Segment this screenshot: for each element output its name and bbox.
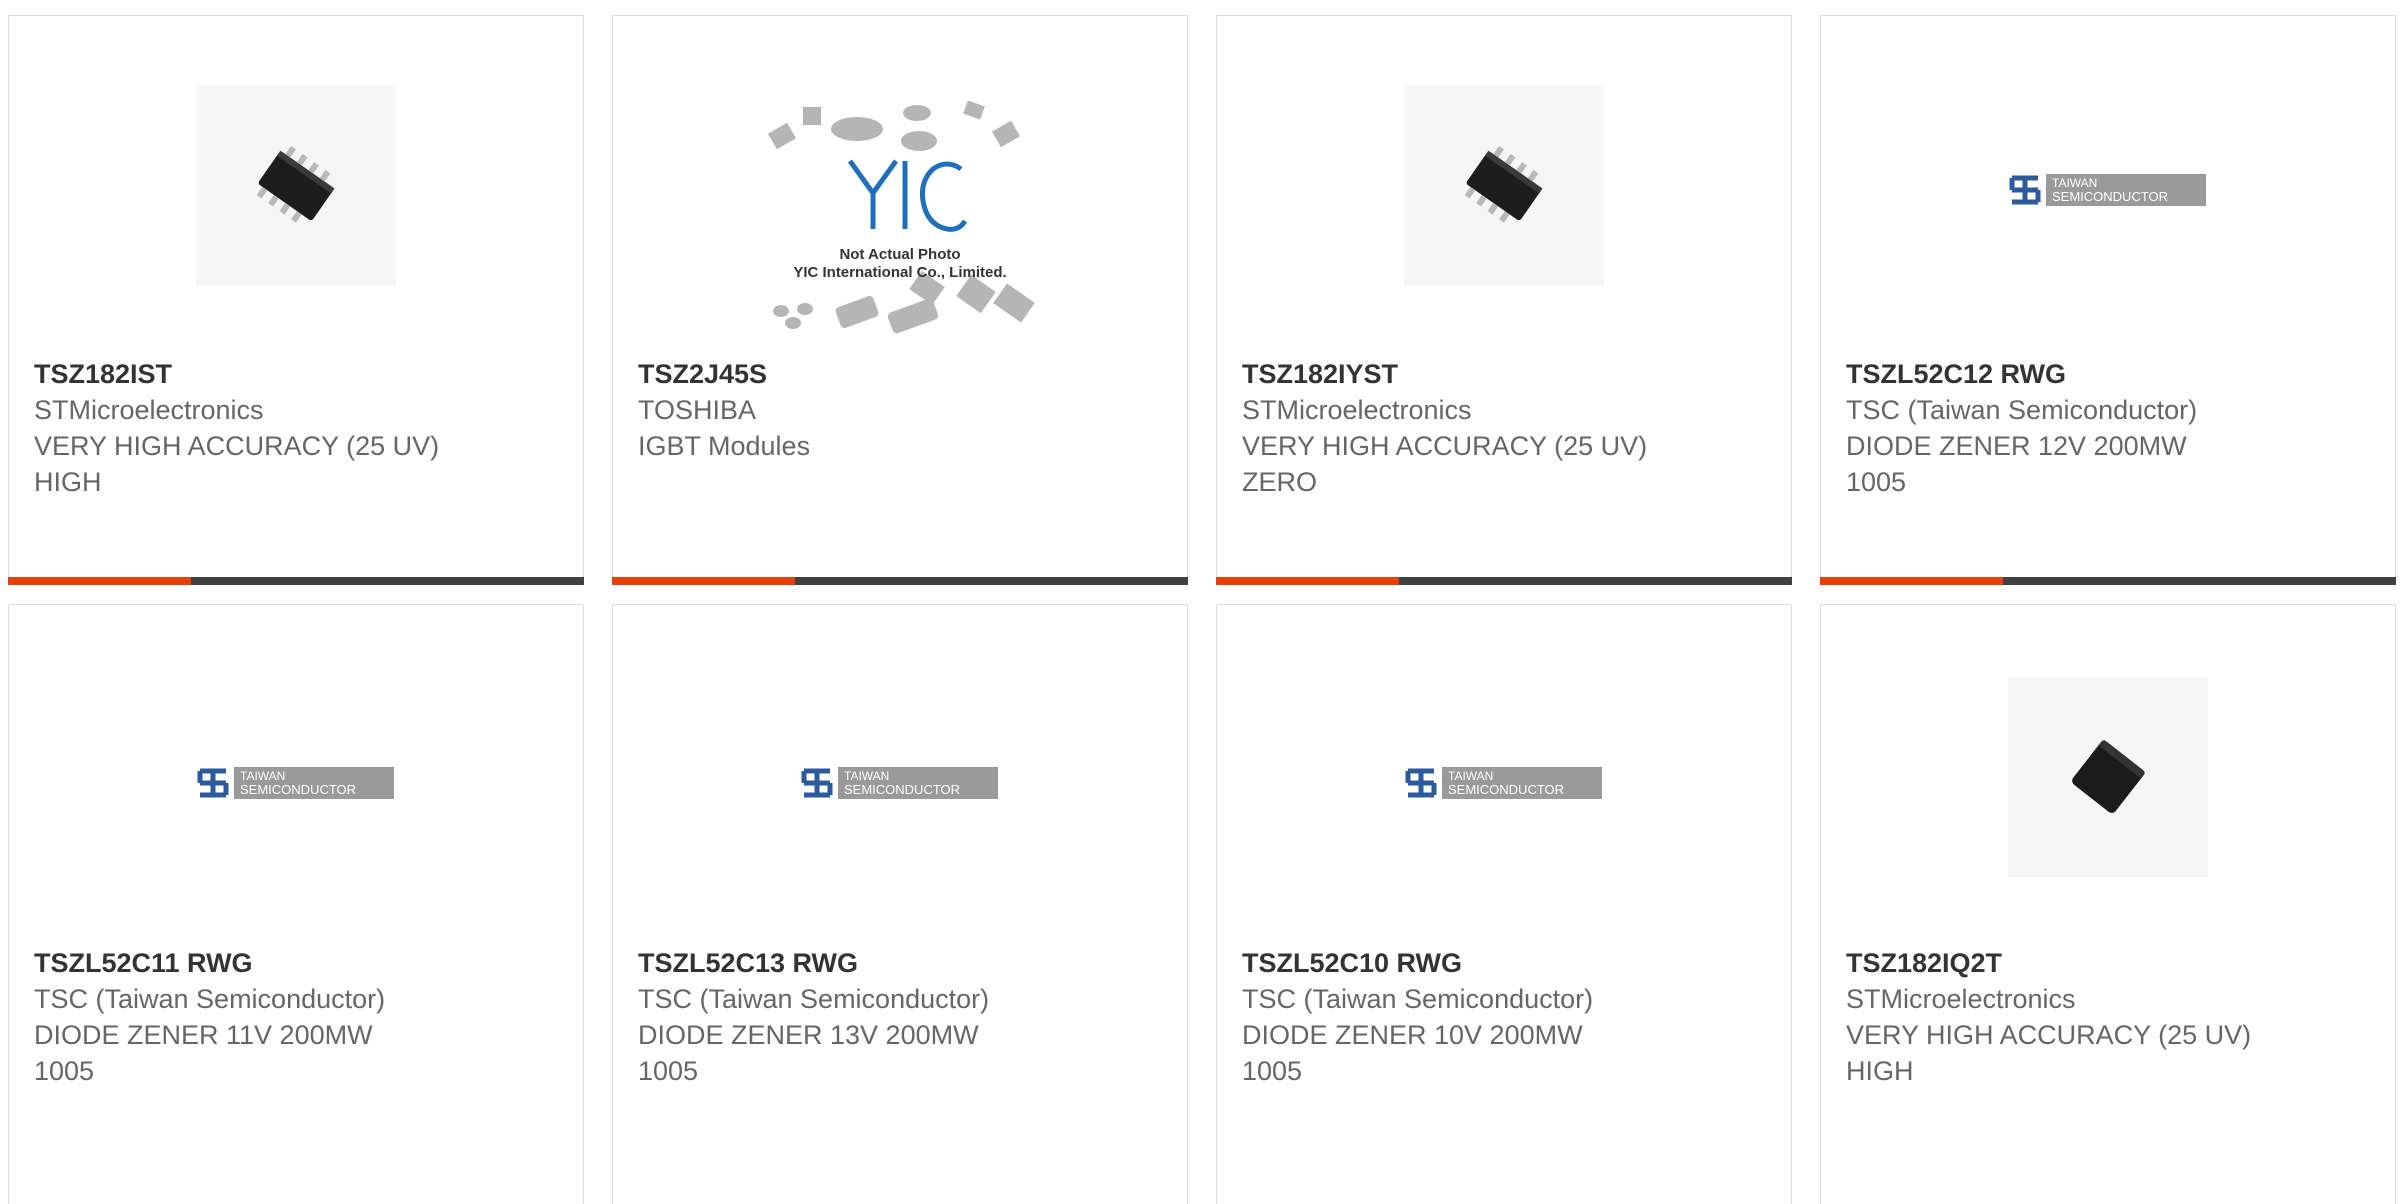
product-grid: TSZ182IST STMicroelectronics VERY HIGH A… [0, 0, 2400, 1204]
product-image[interactable] [196, 86, 396, 286]
logo-line-1: TAIWAN [1448, 769, 1493, 783]
description-line-2: 1005 [638, 1056, 699, 1086]
product-info: TSZ182IYST STMicroelectronics VERY HIGH … [1242, 356, 1771, 500]
manufacturer: STMicroelectronics [1846, 984, 2076, 1014]
logo-line-2: SEMICONDUCTOR [844, 782, 960, 797]
product-card[interactable]: TAIWAN SEMICONDUCTOR TSZL52C13 RWG TSC (… [612, 604, 1188, 1204]
product-card[interactable]: TAIWAN SEMICONDUCTOR TSZL52C12 RWG TSC (… [1820, 15, 2396, 585]
card-footer-bar [612, 577, 1188, 585]
product-card[interactable]: Not Actual Photo YIC International Co., … [612, 15, 1188, 585]
description-line-2: HIGH [34, 467, 102, 497]
card-accent-bar [612, 577, 795, 585]
description-line-2: HIGH [1846, 1056, 1914, 1086]
qfn-package-icon [2072, 740, 2145, 813]
taiwan-semiconductor-logo-icon: TAIWAN SEMICONDUCTOR [2009, 174, 2206, 206]
manufacturer: TSC (Taiwan Semiconductor) [1242, 984, 1594, 1014]
part-number[interactable]: TSZL52C13 RWG [638, 945, 1167, 981]
logo-line-1: TAIWAN [844, 769, 889, 783]
product-image[interactable]: TAIWAN SEMICONDUCTOR [2008, 160, 2208, 220]
yic-caption-2: YIC International Co., Limited. [793, 264, 1006, 281]
description-line-2: 1005 [1846, 467, 1907, 497]
product-image[interactable]: TAIWAN SEMICONDUCTOR [1404, 753, 1604, 813]
yic-not-actual-photo-icon: Not Actual Photo YIC International Co., … [767, 101, 1035, 334]
product-info: TSZL52C10 RWG TSC (Taiwan Semiconductor)… [1242, 945, 1771, 1089]
manufacturer: STMicroelectronics [1242, 395, 1472, 425]
product-card[interactable]: TAIWAN SEMICONDUCTOR TSZL52C10 RWG TSC (… [1216, 604, 1792, 1204]
yic-caption-1: Not Actual Photo [839, 246, 960, 263]
part-number[interactable]: TSZL52C10 RWG [1242, 945, 1771, 981]
description-line-1: DIODE ZENER 11V 200MW [34, 1020, 373, 1050]
description-line-1: DIODE ZENER 13V 200MW [638, 1020, 979, 1050]
product-card[interactable]: TSZ182IQ2T STMicroelectronics VERY HIGH … [1820, 604, 2396, 1204]
description-line-2: 1005 [1242, 1056, 1303, 1086]
product-info: TSZ182IQ2T STMicroelectronics VERY HIGH … [1846, 945, 2375, 1089]
product-info: TSZL52C12 RWG TSC (Taiwan Semiconductor)… [1846, 356, 2375, 500]
card-footer-bar [1820, 577, 2396, 585]
manufacturer: TSC (Taiwan Semiconductor) [34, 984, 386, 1014]
manufacturer: STMicroelectronics [34, 395, 264, 425]
ic-package-icon [256, 145, 335, 223]
product-card[interactable]: TAIWAN SEMICONDUCTOR TSZL52C11 RWG TSC (… [8, 604, 584, 1204]
description-line-1: VERY HIGH ACCURACY (25 UV) [34, 431, 440, 461]
product-card[interactable]: TSZ182IST STMicroelectronics VERY HIGH A… [8, 15, 584, 585]
card-accent-bar [1216, 577, 1399, 585]
card-footer-bar [8, 577, 584, 585]
ic-package-icon [1464, 145, 1543, 223]
product-image[interactable]: TAIWAN SEMICONDUCTOR [800, 753, 1000, 813]
description-line-1: VERY HIGH ACCURACY (25 UV) [1242, 431, 1648, 461]
card-footer-bar [1216, 577, 1792, 585]
product-info: TSZ2J45S TOSHIBA IGBT Modules [638, 356, 1167, 464]
description-line-2: ZERO [1242, 467, 1318, 497]
logo-line-2: SEMICONDUCTOR [2052, 189, 2168, 204]
taiwan-semiconductor-logo-icon: TAIWAN SEMICONDUCTOR [197, 767, 394, 799]
product-image[interactable]: Not Actual Photo YIC International Co., … [765, 101, 1035, 341]
description-line-1: DIODE ZENER 10V 200MW [1242, 1020, 1583, 1050]
taiwan-semiconductor-logo-icon: TAIWAN SEMICONDUCTOR [1405, 767, 1602, 799]
logo-line-2: SEMICONDUCTOR [240, 782, 356, 797]
product-info: TSZ182IST STMicroelectronics VERY HIGH A… [34, 356, 563, 500]
product-info: TSZL52C13 RWG TSC (Taiwan Semiconductor)… [638, 945, 1167, 1089]
part-number[interactable]: TSZL52C11 RWG [34, 945, 563, 981]
part-number[interactable]: TSZL52C12 RWG [1846, 356, 2375, 392]
logo-line-1: TAIWAN [2052, 176, 2097, 190]
taiwan-semiconductor-logo-icon: TAIWAN SEMICONDUCTOR [801, 767, 998, 799]
card-accent-bar [1820, 577, 2003, 585]
product-image[interactable] [2008, 677, 2208, 877]
product-image[interactable] [1404, 86, 1604, 286]
description-line-1: IGBT Modules [638, 431, 811, 461]
manufacturer: TOSHIBA [638, 395, 757, 425]
part-number[interactable]: TSZ182IST [34, 356, 563, 392]
product-image[interactable]: TAIWAN SEMICONDUCTOR [196, 753, 396, 813]
description-line-1: DIODE ZENER 12V 200MW [1846, 431, 2187, 461]
description-line-2: 1005 [34, 1056, 95, 1086]
part-number[interactable]: TSZ2J45S [638, 356, 1167, 392]
manufacturer: TSC (Taiwan Semiconductor) [638, 984, 990, 1014]
logo-line-1: TAIWAN [240, 769, 285, 783]
card-accent-bar [8, 577, 191, 585]
product-card[interactable]: TSZ182IYST STMicroelectronics VERY HIGH … [1216, 15, 1792, 585]
manufacturer: TSC (Taiwan Semiconductor) [1846, 395, 2198, 425]
logo-line-2: SEMICONDUCTOR [1448, 782, 1564, 797]
part-number[interactable]: TSZ182IQ2T [1846, 945, 2375, 981]
description-line-1: VERY HIGH ACCURACY (25 UV) [1846, 1020, 2252, 1050]
part-number[interactable]: TSZ182IYST [1242, 356, 1771, 392]
product-info: TSZL52C11 RWG TSC (Taiwan Semiconductor)… [34, 945, 563, 1089]
